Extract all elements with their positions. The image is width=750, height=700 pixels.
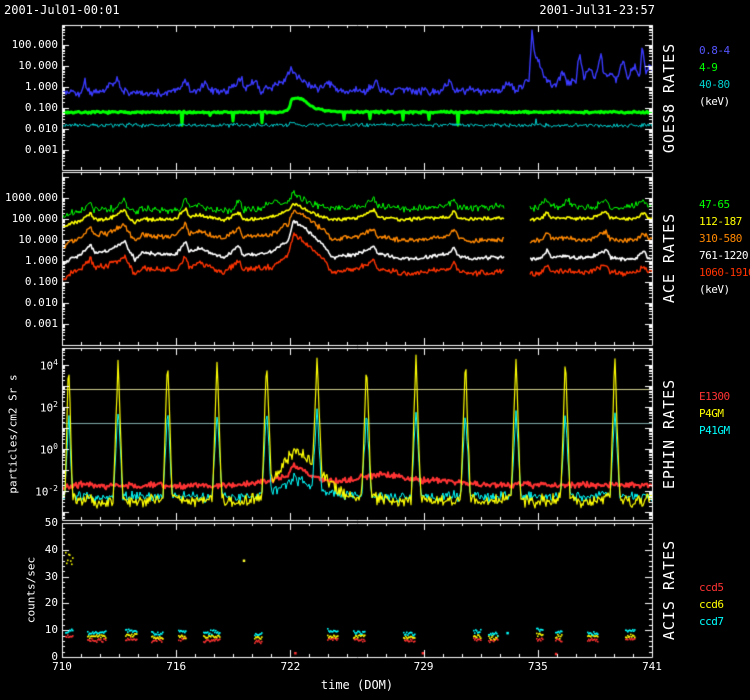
panel-title-ephin-rates: EPHIN RATES [660,379,678,489]
start-datetime-label: 2001-Jul01-00:01 [4,3,120,17]
legend-acis: ccd5ccd6ccd7 [699,579,724,630]
legend-entry: 47-65 [699,196,750,213]
x-tick-label: 741 [630,660,674,673]
legend-entry: 1060-1910 [699,264,750,281]
legend-entry: P4GM [699,405,730,422]
y-tick-label: 50 [45,516,58,529]
legend-entry: P41GM [699,422,730,439]
y-tick-label: 104 [40,358,58,373]
y-tick-label: 10 [45,623,58,636]
y-tick-label: 0.010 [25,122,58,135]
y-tick-label: 102 [40,400,58,415]
x-tick-label: 729 [402,660,446,673]
x-tick-label: 710 [40,660,84,673]
y-axis-title-acis: counts/sec [25,557,38,623]
legend-entry: 761-1220 [699,247,750,264]
panel-title-ace-rates: ACE RATES [660,213,678,303]
y-tick-label: 10-2 [35,484,58,499]
legend-entry: (keV) [699,281,750,298]
y-tick-label: 100 [40,442,58,457]
y-tick-label: 0.100 [25,275,58,288]
y-tick-label: 1000.000 [5,191,58,204]
legend-entry: 40-80 [699,76,730,93]
x-tick-label: 722 [268,660,312,673]
y-tick-label: 1.000 [25,254,58,267]
legend-ephin: E1300P4GMP41GM [699,388,730,439]
y-tick-label: 100.000 [12,212,58,225]
y-tick-label: 0.100 [25,101,58,114]
legend-entry: 0.8-4 [699,42,730,59]
legend-goes8: 0.8-44-940-80(keV) [699,42,730,110]
legend-entry: ccd5 [699,579,724,596]
y-axis-title-ephin: particles/cm2 Sr s [7,374,20,493]
panel-title-goes8-rates: GOES8 RATES [660,43,678,153]
legend-entry: 112-187 [699,213,750,230]
legend-entry: E1300 [699,388,730,405]
legend-entry: 4-9 [699,59,730,76]
y-tick-label: 20 [45,596,58,609]
x-tick-label: 735 [516,660,560,673]
legend-entry: ccd7 [699,613,724,630]
plot-canvas [0,0,750,700]
legend-entry: ccd6 [699,596,724,613]
end-datetime-label: 2001-Jul31-23:57 [539,3,655,17]
y-tick-label: 0.001 [25,143,58,156]
y-tick-label: 10.000 [18,233,58,246]
y-tick-label: 0.010 [25,296,58,309]
y-tick-label: 0.001 [25,317,58,330]
legend-ace: 47-65112-187310-580761-12201060-1910(keV… [699,196,750,298]
plot-figure: 2001-Jul01-00:01 2001-Jul31-23:57 GOES8 … [0,0,750,700]
legend-entry: 310-580 [699,230,750,247]
y-tick-label: 30 [45,570,58,583]
panel-title-acis-rates: ACIS RATES [660,540,678,640]
legend-entry: (keV) [699,93,730,110]
y-tick-label: 40 [45,543,58,556]
y-tick-label: 10.000 [18,59,58,72]
x-axis-title: time (DOM) [297,678,417,692]
y-tick-label: 1.000 [25,80,58,93]
y-tick-label: 100.000 [12,38,58,51]
x-tick-label: 716 [154,660,198,673]
